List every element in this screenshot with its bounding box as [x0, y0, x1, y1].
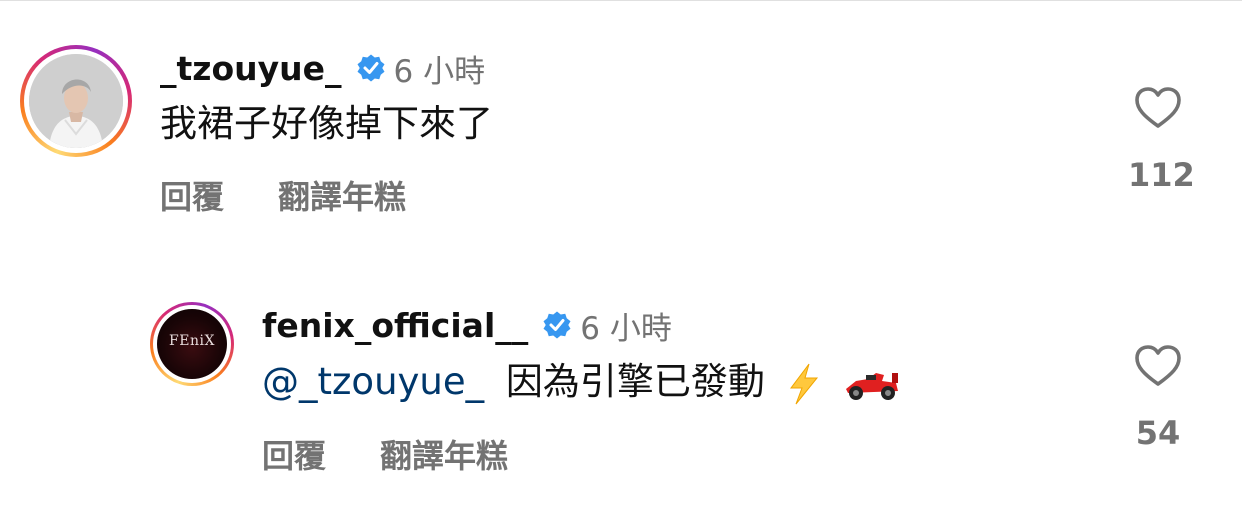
reply-button[interactable]: 回覆: [262, 431, 326, 477]
timestamp: 6 小時: [393, 53, 486, 90]
comment-header: _tzouyue_ 6 小時: [160, 46, 485, 90]
comment-actions: 回覆 翻譯年糕: [262, 431, 508, 477]
heart-icon[interactable]: [1134, 86, 1182, 130]
avatar-photo: [29, 54, 123, 148]
translate-button[interactable]: 翻譯年糕: [278, 172, 406, 218]
comment-text: 我裙子好像掉下來了: [160, 102, 493, 145]
like-group: 54: [1128, 344, 1188, 452]
logo-text: FEniX: [169, 333, 215, 349]
avatar[interactable]: [20, 45, 132, 157]
comment-text: @_tzouyue_ 因為引擎已發動: [262, 358, 900, 406]
username-link[interactable]: fenix_official__: [262, 306, 528, 345]
verified-badge-icon: [357, 54, 385, 82]
reply-button[interactable]: 回覆: [160, 172, 224, 218]
translate-button[interactable]: 翻譯年糕: [380, 431, 508, 477]
comment-actions: 回覆 翻譯年糕: [160, 172, 406, 218]
comment-header: fenix_official__ 6 小時: [262, 303, 672, 347]
racing-car-emoji-icon: [846, 372, 899, 400]
high-voltage-emoji-icon: [789, 363, 818, 404]
top-divider: [0, 0, 1242, 1]
like-group: 112: [1128, 86, 1195, 194]
like-count: 112: [1128, 156, 1195, 194]
like-count: 54: [1135, 414, 1181, 452]
comment-body: 因為引擎已發動: [505, 360, 765, 403]
timestamp: 6 小時: [580, 310, 672, 347]
heart-icon[interactable]: [1134, 344, 1182, 388]
mention-link[interactable]: @_tzouyue_: [262, 360, 484, 403]
username-link[interactable]: _tzouyue_: [160, 49, 342, 88]
avatar[interactable]: FEniX: [150, 302, 234, 386]
avatar-logo: FEniX: [157, 309, 227, 379]
verified-badge-icon: [543, 311, 571, 339]
